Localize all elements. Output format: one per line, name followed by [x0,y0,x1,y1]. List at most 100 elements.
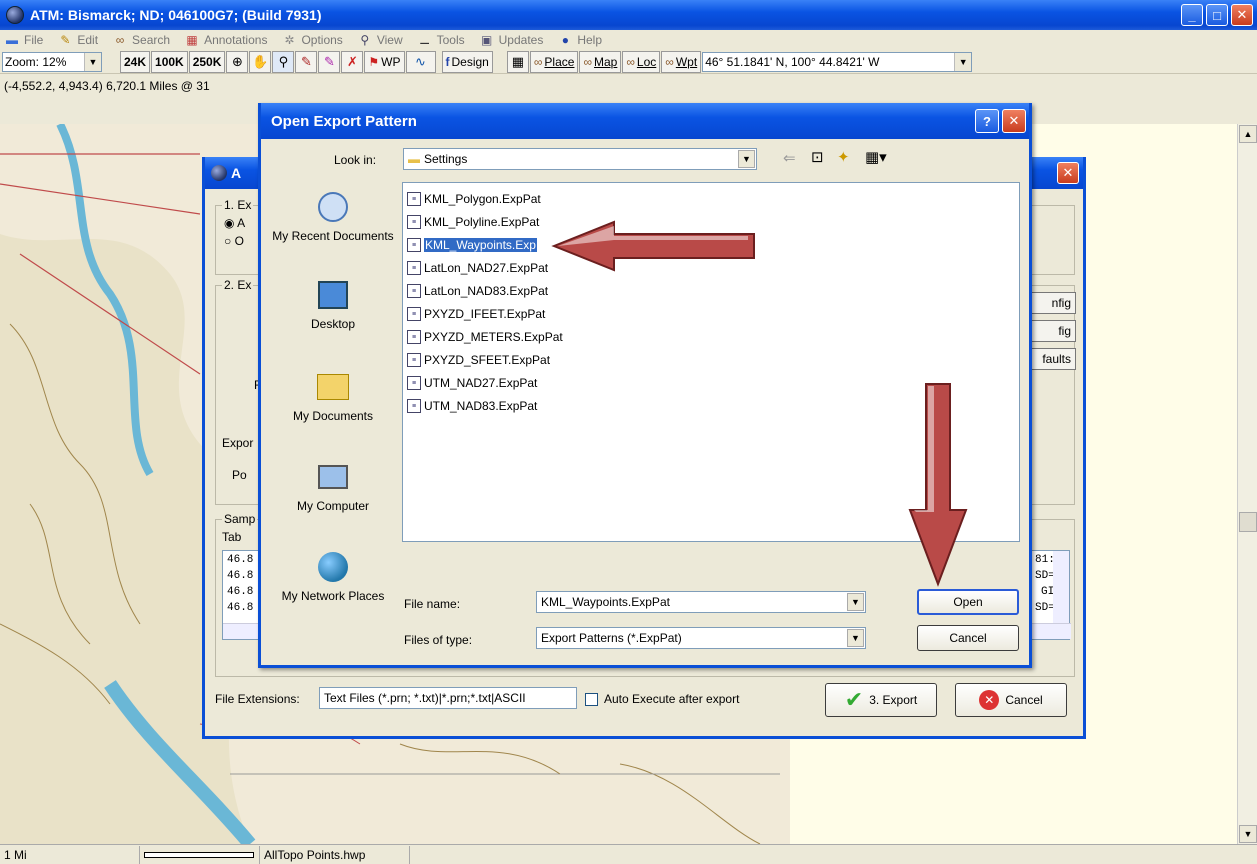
file-name-label: File name: [404,597,461,611]
my-documents-icon [313,369,353,405]
scale-100k-button[interactable]: 100K [151,50,188,73]
files-of-type-select[interactable]: Export Patterns (*.ExpPat) ▼ [536,627,866,649]
close-button[interactable]: ✕ [1231,4,1253,26]
export-button[interactable]: ✔ 3. Export [825,683,937,717]
place-desktop[interactable]: Desktop [269,277,397,331]
cancel-button[interactable]: Cancel [917,625,1019,651]
menu-options[interactable]: ✲ Options [281,33,342,47]
draw-pencil-icon[interactable]: ✎ [295,50,318,73]
menu-search[interactable]: ∞ Search [112,33,170,47]
menu-tools[interactable]: ⚊ Tools [417,33,464,47]
sample-vscroll[interactable] [1053,551,1069,623]
defaults-button[interactable]: faults [1026,348,1076,370]
export-cancel-button[interactable]: ✕ Cancel [955,683,1067,717]
wpt-button[interactable]: ∞ Wpt [661,50,702,73]
profile-icon[interactable]: ∿ [405,50,436,73]
config-button[interactable]: nfig [1026,292,1076,314]
erase-pencil-icon[interactable]: ✗ [341,50,364,73]
files-of-type-label: Files of type: [404,633,473,647]
chevron-down-icon: ▼ [84,52,101,71]
export-close-button[interactable]: ✕ [1057,162,1079,184]
menu-view[interactable]: ⚲ View [357,33,402,47]
red-arrow-down-icon [908,383,968,587]
file-item[interactable]: ≡ UTM_NAD27.ExpPat [407,372,537,394]
scale-250k-button[interactable]: 250K [188,50,226,73]
look-in-select[interactable]: ▬ Settings ▼ [403,148,757,170]
file-icon: ≡ [407,376,421,390]
file-item[interactable]: ≡ PXYZD_SFEET.ExpPat [407,349,550,371]
back-arrow-icon[interactable]: ⇐ [783,149,796,167]
file-item[interactable]: ≡ LatLon_NAD83.ExpPat [407,280,548,302]
file-item[interactable]: ≡ PXYZD_IFEET.ExpPat [407,303,545,325]
binoculars-icon: ∞ [626,54,635,69]
grid-icon[interactable]: ▦ [506,50,529,73]
scale-24k-button[interactable]: 24K [120,50,151,73]
place-button[interactable]: ∞ Place [529,50,579,73]
menu-annotations[interactable]: ▦ Annotations [184,33,267,47]
map-vertical-scrollbar[interactable]: ▲ ▼ [1237,124,1257,844]
scroll-thumb[interactable] [1239,512,1257,532]
radio-other[interactable]: ○ O [224,234,244,248]
scroll-up-button[interactable]: ▲ [1239,125,1257,143]
cancel-x-icon: ✕ [979,690,1000,710]
chevron-down-icon: ▼ [847,593,864,611]
draw-pencil2-icon[interactable]: ✎ [318,50,341,73]
open-dialog-titlebar: Open Export Pattern ? ✕ [261,103,1029,139]
file-icon: ≡ [407,330,421,344]
binoculars-icon: ∞ [115,33,125,47]
file-icon: ≡ [407,399,421,413]
loc-button[interactable]: ∞ Loc [622,50,661,73]
radio-all[interactable]: ◉ A [224,216,245,230]
auto-execute-checkbox[interactable]: Auto Execute after export [585,692,739,706]
new-folder-icon[interactable]: ✦ [837,148,850,166]
up-folder-icon[interactable]: ⊡ [811,148,824,166]
menu-help[interactable]: ● Help [557,33,602,47]
config2-button[interactable]: fig [1026,320,1076,342]
minimize-button[interactable]: _ [1181,4,1203,26]
open-close-button[interactable]: ✕ [1002,109,1026,133]
file-item[interactable]: ≡ LatLon_NAD27.ExpPat [407,257,548,279]
maximize-button[interactable]: □ [1206,4,1228,26]
chevron-down-icon: ▼ [847,629,864,647]
file-item-selected[interactable]: ≡ KML_Waypoints.Exp [407,234,537,256]
zoom-select[interactable]: Zoom: 12% ▼ [2,51,102,72]
map-button[interactable]: ∞ Map [579,50,622,73]
design-button[interactable]: f Design [441,50,493,73]
tools-icon: ⚊ [419,33,430,47]
menu-edit[interactable]: ✎ Edit [57,33,98,47]
place-network-places[interactable]: My Network Places [269,549,397,603]
chevron-down-icon: ▼ [954,52,972,71]
file-name-input[interactable]: KML_Waypoints.ExpPat ▼ [536,591,866,613]
menu-updates[interactable]: ▣ Updates [479,33,543,47]
wp-button[interactable]: ⚑ WP [364,50,405,73]
pan-hand-icon[interactable]: ✋ [249,50,272,73]
binoculars-icon: ∞ [583,54,593,69]
file-extensions-input[interactable]: Text Files (*.prn; *.txt)|*.prn;*.txt|AS… [319,687,577,709]
file-icon: ≡ [407,307,421,321]
cursor-coordinates: (-4,552.2, 4,943.4) 6,720.1 Miles @ 31 [0,75,1257,99]
toolbar: Zoom: 12% ▼ 24K 100K 250K ⊕ ✋ ⚲ ✎ ✎ ✗ ⚑ W… [0,50,1257,74]
open-file-name: AllTopo Points.hwp [260,845,410,864]
open-button[interactable]: Open [917,589,1019,615]
view-menu-icon[interactable]: ▦▾ [865,148,887,166]
menu-bar: ▬ File ✎ Edit ∞ Search ▦ Annotations ✲ Option… [0,30,1257,50]
place-my-computer[interactable]: My Computer [269,459,397,513]
file-icon: ≡ [407,353,421,367]
menu-file[interactable]: ▬ File [4,33,43,47]
app-globe-icon [211,165,227,181]
help-question-button[interactable]: ? [975,109,999,133]
file-item[interactable]: ≡ PXYZD_METERS.ExpPat [407,326,563,348]
window-titlebar: ATM: Bismarck; ND; 046100G7; (Build 7931… [0,0,1257,30]
file-item[interactable]: ≡ UTM_NAD83.ExpPat [407,395,537,417]
coordinates-select[interactable]: 46° 51.1841' N, 100° 44.8421' W ▼ [702,51,973,72]
status-bar: 1 Mi AllTopo Points.hwp [0,844,1257,864]
file-icon: ≡ [407,284,421,298]
file-item[interactable]: ≡ KML_Polyline.ExpPat [407,211,539,233]
file-item[interactable]: ≡ KML_Polygon.ExpPat [407,188,541,210]
place-my-documents[interactable]: My Documents [269,369,397,423]
crosshair-icon[interactable]: ⊕ [226,50,249,73]
zoom-icon[interactable]: ⚲ [272,50,295,73]
place-recent-documents[interactable]: My Recent Documents [269,189,397,243]
places-bar: My Recent Documents Desktop My Documents… [269,149,397,649]
scroll-down-button[interactable]: ▼ [1239,825,1257,843]
